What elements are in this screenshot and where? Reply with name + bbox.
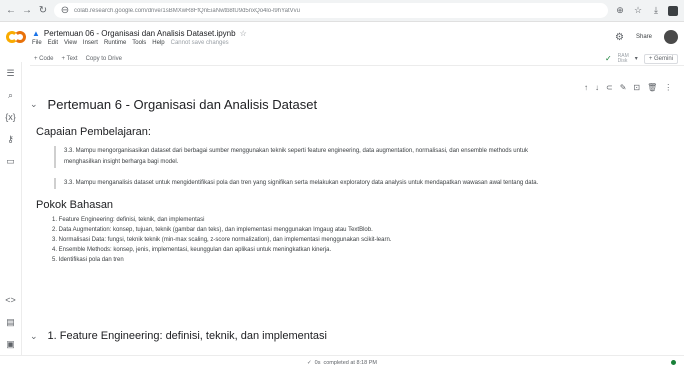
completion-status[interactable]: completed at 8:18 PM [323,360,377,366]
menu-bar: File Edit View Insert Runtime Tools Help… [32,40,247,46]
menu-edit[interactable]: Edit [48,40,58,46]
section-header[interactable]: ⌄ Pertemuan 6 - Organisasi dan Analisis … [30,92,684,116]
bookmark-star-icon[interactable]: ☆ [632,5,644,16]
colab-logo-icon[interactable] [6,29,28,45]
notebook-toolbar: + Code + Text Copy to Drive ✓ RAM Disk ▾… [30,52,684,66]
menu-runtime[interactable]: Runtime [104,40,126,46]
execution-time: 0s [314,359,321,366]
command-palette-icon[interactable]: ▤ [6,311,15,333]
star-icon[interactable]: ☆ [240,29,247,38]
notebook-filename[interactable]: Pertemuan 06 - Organisasi dan Analisis D… [44,29,236,38]
menu-view[interactable]: View [64,40,77,46]
files-folder-icon[interactable]: ▭ [6,150,15,172]
link-icon[interactable]: ⊂ [606,83,613,92]
site-info-icon[interactable]: ⊖ [60,5,70,16]
left-sidebar: ☰ ⌕ {x} ⚷ ▭ <> ▤ ▣ [0,62,22,355]
move-up-icon[interactable]: ↑ [584,83,588,92]
move-down-icon[interactable]: ↓ [595,83,599,92]
avatar[interactable] [664,30,678,44]
secrets-key-icon[interactable]: ⚷ [7,128,14,150]
drive-icon: ▲ [32,28,40,38]
disk-label: Disk [617,57,628,64]
download-icon[interactable]: ⤓ [650,5,662,16]
copy-to-drive-button[interactable]: Copy to Drive [86,56,122,62]
colab-header: ▲ Pertemuan 06 - Organisasi dan Analisis… [0,22,684,52]
search-icon[interactable]: ⌕ [8,84,13,106]
code-snippets-icon[interactable]: <> [5,289,16,311]
gemini-button[interactable]: + Gemini [643,53,678,64]
list-item: 3. Normalisasi Data: fungsi, teknik tekn… [52,237,392,243]
extension-icon[interactable] [668,5,678,16]
more-options-icon[interactable]: ⋮ [664,83,672,92]
menu-file[interactable]: File [32,40,42,46]
section-heading: 1. Feature Engineering: definisi, teknik… [47,330,327,342]
forward-icon[interactable]: → [22,5,32,16]
menu-tools[interactable]: Tools [132,40,146,46]
table-of-contents-icon[interactable]: ☰ [6,62,14,84]
browser-toolbar: ← → ↻ ⊖ colab.research.google.com/drive/… [0,0,684,22]
topics-list: 1. Feature Engineering: definisi, teknik… [52,215,684,265]
list-item: 5. Identifikasi pola dan tren [52,257,124,263]
chevron-down-icon[interactable]: ⌄ [30,99,38,110]
section-header[interactable]: ⌄ 1. Feature Engineering: definisi, tekn… [30,330,327,342]
back-icon[interactable]: ← [6,5,16,16]
gear-icon[interactable]: ⚙ [615,32,624,43]
share-button[interactable]: Share [636,34,652,40]
notebook-content: ⌄ Pertemuan 6 - Organisasi dan Analisis … [30,92,684,265]
share-page-icon[interactable]: ⊕ [614,5,626,16]
terminal-icon[interactable]: ▣ [6,333,15,355]
add-code-button[interactable]: + Code [34,56,54,62]
edit-icon[interactable]: ✎ [620,83,627,92]
runtime-status-indicator[interactable] [671,360,676,365]
delete-icon[interactable]: 🗑 [647,83,657,92]
blockquote-capaian-2: 3.3. Mampu menganalisis dataset untuk me… [54,178,544,189]
blockquote-capaian-1: 3.3. Mampu mengorganisasikan dataset dar… [54,146,544,168]
cell-toolbar: ↑ ↓ ⊂ ✎ ⊡ 🗑 ⋮ [584,83,673,92]
menu-help[interactable]: Help [152,40,164,46]
chevron-down-icon[interactable]: ▾ [635,55,638,62]
share-button-label: Share [635,34,652,40]
chevron-down-icon[interactable]: ⌄ [30,331,38,342]
list-item: 2. Data Augmentation: konsep, tujuan, te… [52,227,373,233]
menu-insert[interactable]: Insert [83,40,98,46]
add-text-button[interactable]: + Text [62,56,78,62]
list-item: 4. Ensemble Methods: konsep, jenis, impl… [52,247,332,253]
list-item: 1. Feature Engineering: definisi, teknik… [52,217,205,223]
check-icon: ✓ [604,54,612,63]
variables-icon[interactable]: {x} [5,106,16,128]
save-status[interactable]: Cannot save changes [171,40,229,46]
pokok-bahasan-heading: Pokok Bahasan [36,199,114,211]
reload-icon[interactable]: ↻ [38,5,48,16]
address-bar[interactable]: ⊖ colab.research.google.com/drive/1sBMXw… [54,3,608,18]
notebook-title-heading: Pertemuan 6 - Organisasi dan Analisis Da… [47,96,318,112]
resource-monitor[interactable]: RAM Disk [617,53,629,64]
capaian-heading: Capaian Pembelajaran: [36,126,151,138]
check-icon: ✓ [307,359,312,366]
mirror-cell-icon[interactable]: ⊡ [633,83,640,92]
status-bar: ✓ 0s completed at 8:18 PM [0,355,684,369]
url-text[interactable]: colab.research.google.com/drive/1sBMXwR8… [74,8,300,14]
